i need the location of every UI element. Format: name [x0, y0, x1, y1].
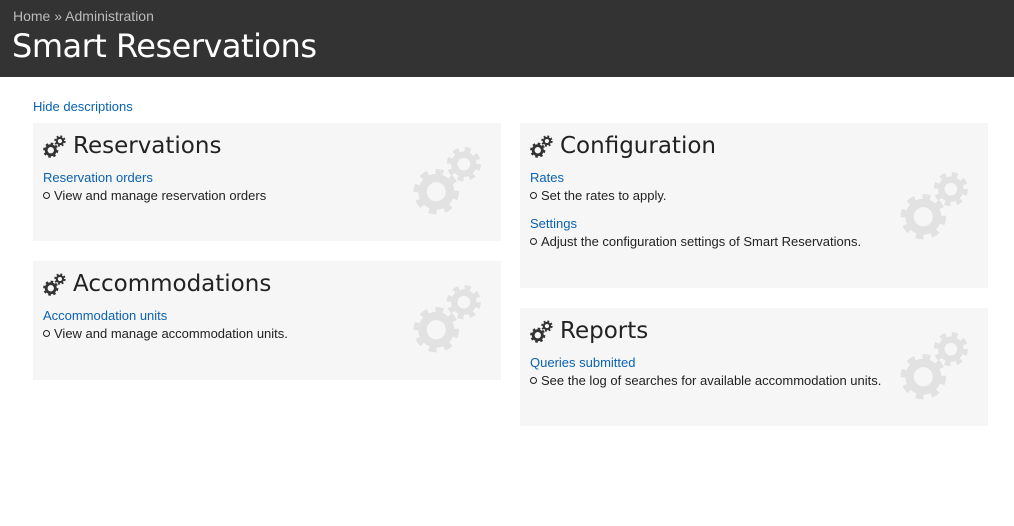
breadcrumb-home[interactable]: Home: [13, 8, 50, 24]
bullet-icon: [43, 330, 50, 337]
gears-icon: [43, 134, 67, 158]
gears-background-icon: [900, 168, 972, 240]
panel-title: Reservations: [73, 133, 222, 159]
breadcrumb-administration[interactable]: Administration: [65, 8, 154, 24]
queries-submitted-link[interactable]: Queries submitted: [530, 355, 881, 370]
hide-descriptions-link[interactable]: Hide descriptions: [33, 99, 133, 114]
panel-reservations: Reservations Reservation orders View and …: [33, 123, 501, 241]
bullet-icon: [43, 192, 50, 199]
bullet-icon: [530, 238, 537, 245]
item-description: View and manage accommodation units.: [54, 326, 288, 341]
panel-configuration: Configuration Rates Set the rates to appl…: [520, 123, 988, 288]
item-description: View and manage reservation orders: [54, 188, 267, 203]
gears-background-icon: [900, 328, 972, 400]
settings-link[interactable]: Settings: [530, 216, 861, 231]
panel-title: Configuration: [560, 133, 716, 159]
item-description: Adjust the configuration settings of Sma…: [541, 234, 862, 249]
item-description: Set the rates to apply.: [541, 188, 667, 203]
gears-background-icon: [413, 143, 485, 215]
gears-icon: [530, 319, 554, 343]
panel-title: Accommodations: [73, 271, 272, 297]
panel-title: Reports: [560, 318, 649, 344]
accommodation-units-link[interactable]: Accommodation units: [43, 308, 288, 323]
gears-icon: [530, 134, 554, 158]
gears-icon: [43, 272, 67, 296]
rates-link[interactable]: Rates: [530, 170, 667, 185]
page-header: Home » Administration Smart Reservations: [0, 0, 1014, 77]
panel-reports: Reports Queries submitted See the log of …: [520, 308, 988, 426]
breadcrumb-separator: »: [54, 8, 63, 24]
panel-accommodations: Accommodations Accommodation units View a…: [33, 261, 501, 380]
breadcrumb: Home » Administration: [13, 8, 154, 24]
reservation-orders-link[interactable]: Reservation orders: [43, 170, 266, 185]
gears-background-icon: [413, 281, 485, 353]
item-description: See the log of searches for available ac…: [541, 373, 882, 388]
bullet-icon: [530, 192, 537, 199]
bullet-icon: [530, 377, 537, 384]
page-title: Smart Reservations: [12, 27, 317, 65]
